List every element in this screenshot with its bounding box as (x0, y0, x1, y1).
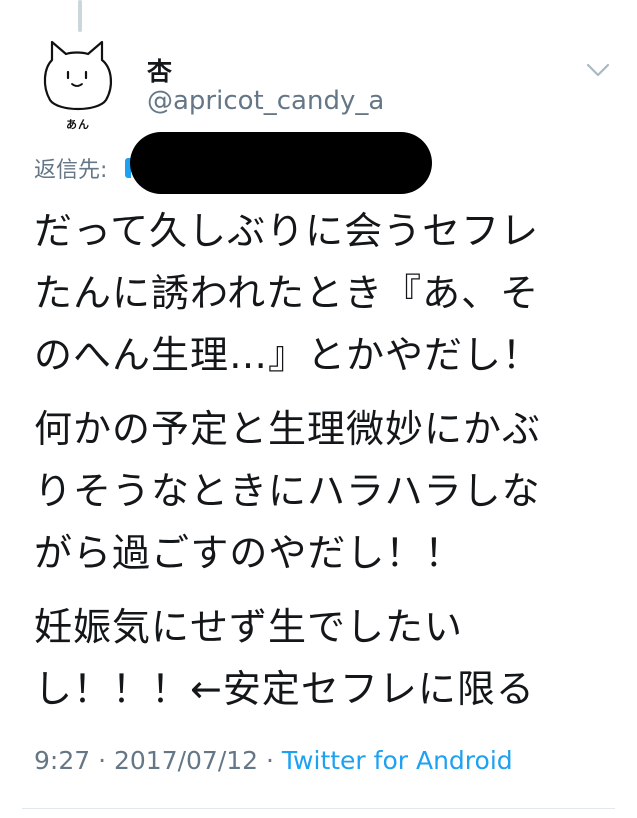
reply-to-label: 返信先: (34, 158, 108, 183)
tweet-line: がら過ごすのやだし！！ (34, 531, 464, 575)
tweet-paragraph: 何かの予定と生理微妙にかぶ りそうなときにハラハラしな がら過ごすのやだし！！ (34, 398, 614, 584)
tweet-time[interactable]: 9:27 (34, 746, 90, 775)
avatar-caption: あん (66, 118, 90, 131)
tweet-text: だって久しぶりに会うセフレ たんに誘われたとき『あ、そ のへん生理…』とかやだし… (34, 200, 614, 732)
cat-avatar-icon (43, 40, 112, 110)
tweet-line: のへん生理…』とかやだし！ (34, 333, 542, 377)
meta-separator: · (90, 746, 114, 775)
tweet-line: 妊娠気にせず生でしたい (34, 605, 464, 649)
thread-connector-line (78, 0, 82, 32)
tweet-paragraph: 妊娠気にせず生でしたい し！！！←安定セフレに限る (34, 596, 614, 720)
tweet-line: だって久しぶりに会うセフレ (34, 209, 540, 253)
author-handle[interactable]: @apricot_candy_a (147, 86, 384, 116)
tweet-line: し！！！←安定セフレに限る (34, 667, 535, 711)
tweet-date[interactable]: 2017/07/12 (114, 746, 258, 775)
tweet-line: 何かの予定と生理微妙にかぶ (34, 407, 542, 451)
meta-separator: · (258, 746, 282, 775)
tweet-line: りそうなときにハラハラしな (34, 469, 541, 513)
tweet-detail-view: あん 杏 @apricot_candy_a 返信先: だって久しぶりに会うセフレ… (0, 0, 637, 818)
author-display-name[interactable]: 杏 (147, 52, 172, 88)
tweet-paragraph: だって久しぶりに会うセフレ たんに誘われたとき『あ、そ のへん生理…』とかやだし… (34, 200, 614, 386)
tweet-metadata: 9:27 · 2017/07/12 · Twitter for Android (34, 746, 513, 775)
divider (22, 808, 615, 809)
tweet-source-link[interactable]: Twitter for Android (282, 746, 513, 775)
redaction-bar (130, 132, 432, 194)
tweet-line: たんに誘われたとき『あ、そ (34, 271, 540, 315)
chevron-down-icon[interactable] (584, 60, 612, 80)
